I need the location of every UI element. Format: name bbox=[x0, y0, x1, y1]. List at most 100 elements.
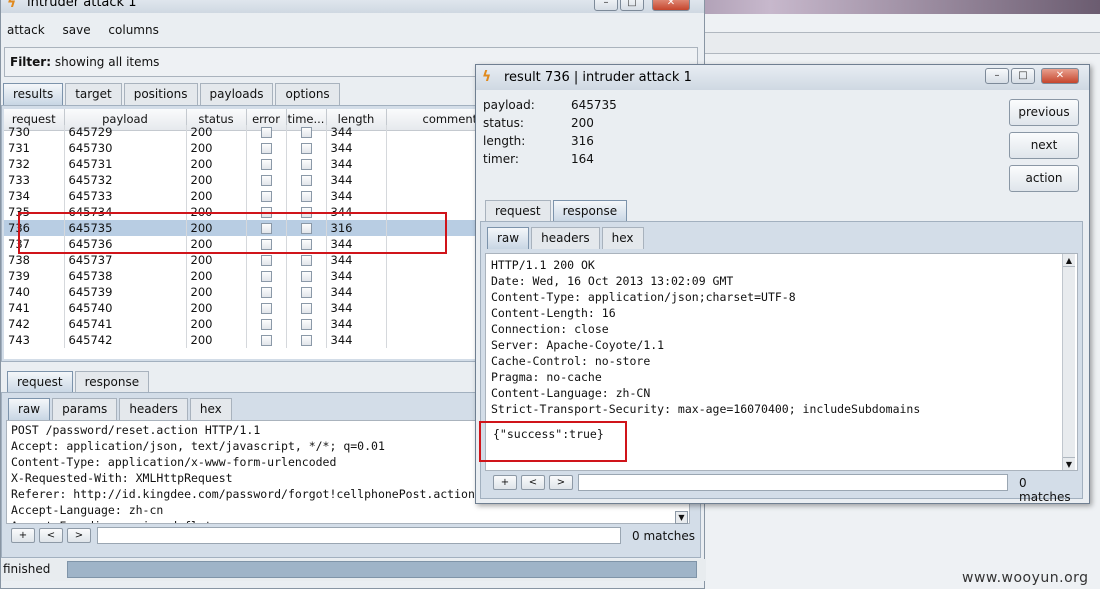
error-checkbox[interactable] bbox=[260, 142, 272, 154]
result-tab-request[interactable]: request bbox=[485, 200, 551, 222]
cell-timeout bbox=[286, 156, 327, 172]
request-scrollbar[interactable]: ▼ bbox=[675, 511, 688, 524]
response-headers-text: HTTP/1.1 200 OK Date: Wed, 16 Oct 2013 13… bbox=[491, 257, 1072, 417]
timeout-checkbox[interactable] bbox=[300, 158, 312, 170]
error-checkbox[interactable] bbox=[260, 270, 272, 282]
timeout-checkbox[interactable] bbox=[300, 334, 312, 346]
cell-error bbox=[246, 172, 287, 188]
tab-payloads[interactable]: payloads bbox=[199, 83, 274, 105]
tab-headers[interactable]: headers bbox=[531, 227, 600, 249]
response-scrollbar[interactable]: ▲ ▼ bbox=[1062, 254, 1075, 470]
cell-status: 200 bbox=[186, 188, 247, 204]
menu-attack[interactable]: attack bbox=[7, 23, 45, 37]
error-checkbox[interactable] bbox=[260, 190, 272, 202]
maximize-icon[interactable]: □ bbox=[620, 0, 644, 11]
request-line: Accept-Language: zh-cn bbox=[11, 503, 164, 517]
timeout-checkbox[interactable] bbox=[300, 302, 312, 314]
timeout-checkbox[interactable] bbox=[300, 174, 312, 186]
tab-hex[interactable]: hex bbox=[601, 227, 644, 249]
search-next-button[interactable]: > bbox=[67, 528, 91, 543]
cell-payload: 645732 bbox=[64, 172, 187, 188]
cell-request: 730 bbox=[4, 124, 65, 140]
next-button[interactable]: next bbox=[1009, 132, 1079, 159]
search-prev-button[interactable]: < bbox=[39, 528, 63, 543]
cell-request: 740 bbox=[4, 284, 65, 300]
error-checkbox[interactable] bbox=[260, 302, 272, 314]
timeout-checkbox[interactable] bbox=[300, 142, 312, 154]
close-icon[interactable]: ✕ bbox=[1041, 68, 1079, 84]
menu-save[interactable]: save bbox=[63, 23, 91, 37]
response-line: Content-Length: 16 bbox=[491, 306, 616, 320]
cell-length: 344 bbox=[326, 156, 387, 172]
error-checkbox[interactable] bbox=[260, 334, 272, 346]
error-checkbox[interactable] bbox=[260, 158, 272, 170]
tab-raw[interactable]: raw bbox=[487, 227, 530, 249]
cell-length: 344 bbox=[326, 316, 387, 332]
error-checkbox[interactable] bbox=[260, 286, 272, 298]
response-line: Cache-Control: no-store bbox=[491, 354, 651, 368]
tab-target[interactable]: target bbox=[65, 83, 122, 105]
tab-raw[interactable]: raw bbox=[8, 398, 51, 420]
maximize-icon[interactable]: □ bbox=[1011, 68, 1035, 84]
action-button[interactable]: action bbox=[1009, 165, 1079, 192]
search-add-button[interactable]: + bbox=[493, 475, 517, 490]
cell-status: 200 bbox=[186, 252, 247, 268]
response-search-input[interactable] bbox=[578, 474, 1008, 491]
response-line: Strict-Transport-Security: max-age=16070… bbox=[491, 402, 921, 416]
filter-text: showing all items bbox=[54, 55, 160, 69]
cell-request: 741 bbox=[4, 300, 65, 316]
status-bar: finished bbox=[1, 559, 706, 581]
cell-request: 733 bbox=[4, 172, 65, 188]
menu-columns[interactable]: columns bbox=[108, 23, 158, 37]
response-line: Date: Wed, 16 Oct 2013 13:02:09 GMT bbox=[491, 274, 734, 288]
timeout-checkbox[interactable] bbox=[300, 190, 312, 202]
request-matches-count: 0 matches bbox=[632, 529, 696, 543]
status-text: finished bbox=[3, 562, 51, 576]
timeout-checkbox[interactable] bbox=[300, 126, 312, 138]
cell-error bbox=[246, 188, 287, 204]
tab-results[interactable]: results bbox=[3, 83, 64, 105]
tab-hex[interactable]: hex bbox=[189, 398, 232, 420]
cell-length: 344 bbox=[326, 140, 387, 156]
timeout-checkbox[interactable] bbox=[300, 254, 312, 266]
timeout-checkbox[interactable] bbox=[300, 318, 312, 330]
filter-label: Filter: bbox=[10, 55, 52, 69]
tab-request[interactable]: request bbox=[7, 371, 73, 393]
timeout-checkbox[interactable] bbox=[300, 270, 312, 282]
tab-params[interactable]: params bbox=[52, 398, 118, 420]
request-search-input[interactable] bbox=[97, 527, 621, 544]
main-tabs: results target positions payloads option… bbox=[3, 83, 342, 105]
cell-timeout bbox=[286, 252, 327, 268]
cell-error bbox=[246, 124, 287, 140]
error-checkbox[interactable] bbox=[260, 174, 272, 186]
search-prev-button[interactable]: < bbox=[521, 475, 545, 490]
result-tab-response[interactable]: response bbox=[552, 200, 628, 222]
error-checkbox[interactable] bbox=[260, 318, 272, 330]
error-checkbox[interactable] bbox=[260, 126, 272, 138]
scroll-up-icon[interactable]: ▲ bbox=[1063, 254, 1075, 267]
cell-timeout bbox=[286, 284, 327, 300]
cell-payload: 645733 bbox=[64, 188, 187, 204]
tab-headers[interactable]: headers bbox=[119, 398, 188, 420]
search-add-button[interactable]: + bbox=[11, 528, 35, 543]
info-label-length: length: bbox=[483, 134, 526, 148]
cell-payload: 645742 bbox=[64, 332, 187, 348]
progress-bar bbox=[67, 561, 697, 578]
minimize-icon[interactable]: – bbox=[985, 68, 1009, 84]
cell-request: 732 bbox=[4, 156, 65, 172]
cell-timeout bbox=[286, 268, 327, 284]
tab-options[interactable]: options bbox=[275, 83, 340, 105]
cell-error bbox=[246, 252, 287, 268]
tab-positions[interactable]: positions bbox=[123, 83, 198, 105]
minimize-icon[interactable]: – bbox=[594, 0, 618, 11]
cell-length: 344 bbox=[326, 284, 387, 300]
search-next-button[interactable]: > bbox=[549, 475, 573, 490]
cell-error bbox=[246, 332, 287, 348]
error-checkbox[interactable] bbox=[260, 254, 272, 266]
previous-button[interactable]: previous bbox=[1009, 99, 1079, 126]
scroll-down-icon[interactable]: ▼ bbox=[1063, 457, 1075, 470]
timeout-checkbox[interactable] bbox=[300, 286, 312, 298]
close-icon[interactable]: ✕ bbox=[652, 0, 690, 11]
cell-length: 344 bbox=[326, 268, 387, 284]
tab-response[interactable]: response bbox=[74, 371, 150, 393]
